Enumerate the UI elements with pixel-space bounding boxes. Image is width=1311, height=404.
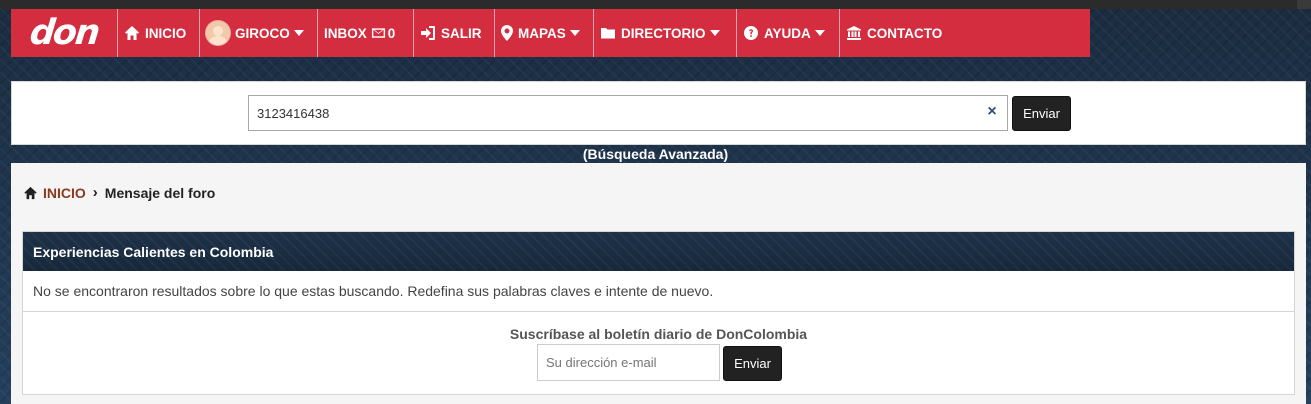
newsletter-email-input[interactable] xyxy=(537,344,720,381)
newsletter-box: Suscríbase al boletín diario de DonColom… xyxy=(22,312,1295,395)
newsletter-submit-button[interactable]: Enviar xyxy=(723,346,782,381)
folder-icon xyxy=(601,28,615,39)
institution-icon xyxy=(847,26,861,40)
nav-label: MAPAS xyxy=(518,25,566,41)
nav-label: INBOX xyxy=(324,25,367,41)
nav-mapas[interactable]: MAPAS xyxy=(494,9,593,57)
nav-user-menu[interactable]: GIROCO xyxy=(199,9,317,57)
nav-inicio[interactable]: INICIO xyxy=(117,9,199,57)
search-panel: × Enviar xyxy=(11,81,1306,145)
map-marker-icon xyxy=(501,25,513,41)
home-icon xyxy=(24,186,37,199)
question-circle-icon xyxy=(744,26,758,40)
newsletter-title: Suscríbase al boletín diario de DonColom… xyxy=(509,326,808,342)
nav-ayuda[interactable]: AYUDA xyxy=(736,9,839,57)
main-content: INICIO › Mensaje del foro Experiencias C… xyxy=(11,163,1306,404)
nav-label: DIRECTORIO xyxy=(621,25,706,41)
nav-label: SALIR xyxy=(441,25,482,41)
caret-down-icon xyxy=(814,30,825,36)
nav-label: AYUDA xyxy=(764,25,811,41)
brand-logo[interactable]: don xyxy=(11,9,117,57)
caret-down-icon xyxy=(569,30,580,36)
inbox-count: 0 xyxy=(387,25,396,41)
breadcrumb-home-link[interactable]: INICIO xyxy=(43,185,86,201)
nav-label: GIROCO xyxy=(235,25,290,41)
nav-label: INICIO xyxy=(145,25,187,41)
nav-directorio[interactable]: DIRECTORIO xyxy=(593,9,736,57)
nav-contacto[interactable]: CONTACTO xyxy=(839,9,949,57)
sign-in-icon xyxy=(421,26,435,40)
nav-salir[interactable]: SALIR xyxy=(413,9,494,57)
caret-down-icon xyxy=(709,30,720,36)
advanced-search-link[interactable]: (Búsqueda Avanzada) xyxy=(0,146,1311,162)
breadcrumb: INICIO › Mensaje del foro xyxy=(23,184,215,201)
home-icon xyxy=(125,26,139,40)
envelope-icon xyxy=(371,28,385,38)
nav-inbox[interactable]: INBOX 0 xyxy=(317,9,413,57)
panel-title: Experiencias Calientes en Colombia xyxy=(23,232,1294,271)
main-navbar: don INICIO GIROCO INBOX 0 SALIR MAPAS DI… xyxy=(11,9,1090,57)
results-panel: Experiencias Calientes en Colombia No se… xyxy=(22,231,1295,312)
clear-search-icon[interactable]: × xyxy=(984,103,1000,120)
avatar xyxy=(206,21,230,45)
search-input[interactable] xyxy=(248,95,1008,131)
no-results-message: No se encontraron resultados sobre lo qu… xyxy=(33,283,714,299)
caret-down-icon xyxy=(293,30,304,36)
browser-top-strip xyxy=(0,0,1311,9)
breadcrumb-current: Mensaje del foro xyxy=(104,184,216,201)
nav-label: CONTACTO xyxy=(867,25,943,41)
breadcrumb-separator: › xyxy=(92,184,98,201)
search-submit-button[interactable]: Enviar xyxy=(1012,96,1071,131)
